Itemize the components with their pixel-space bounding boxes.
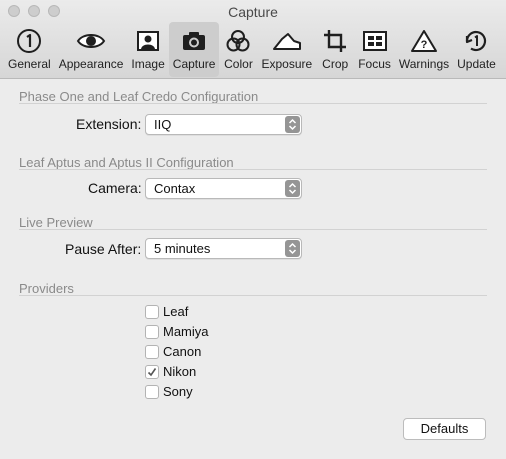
color-circles-icon (223, 26, 253, 56)
camera-label: Camera: (88, 180, 142, 196)
tab-general-label: General (8, 57, 51, 71)
svg-text:?: ? (421, 39, 428, 51)
update-circle-icon (461, 26, 491, 56)
preferences-toolbar: General Appearance Image Capture Color E… (4, 22, 500, 77)
checkbox-box[interactable] (145, 324, 159, 339)
tab-color[interactable]: Color (219, 22, 257, 77)
section-divider (19, 103, 487, 104)
provider-nikon-label: Nikon (163, 364, 197, 379)
tab-capture[interactable]: Capture (168, 22, 220, 77)
section-divider (19, 229, 487, 230)
tab-update-label: Update (457, 57, 496, 71)
tab-crop[interactable]: Crop (316, 22, 354, 77)
image-portrait-icon (133, 26, 163, 56)
eye-icon (76, 26, 106, 56)
window-title: Capture (228, 4, 278, 20)
tab-image[interactable]: Image (127, 22, 168, 77)
provider-mamiya-label: Mamiya (163, 324, 209, 339)
provider-sony-label: Sony (163, 384, 193, 399)
camera-value: Contax (154, 181, 196, 196)
tab-crop-label: Crop (322, 57, 349, 71)
tab-exposure-label: Exposure (261, 57, 313, 71)
provider-nikon-checkbox[interactable]: Nikon (145, 364, 196, 379)
provider-canon-label: Canon (163, 344, 202, 359)
popup-chevrons-icon (285, 116, 300, 133)
focus-icon (360, 26, 390, 56)
camera-popup[interactable]: Contax (145, 178, 302, 199)
extension-label: Extension: (76, 116, 142, 132)
provider-canon-checkbox[interactable]: Canon (145, 344, 201, 359)
tab-appearance-label: Appearance (58, 57, 124, 71)
extension-value: IIQ (154, 117, 172, 132)
section-heading-live-preview: Live Preview (19, 215, 93, 230)
tab-focus[interactable]: Focus (354, 22, 395, 77)
number-one-circle-icon (14, 26, 44, 56)
pause-after-label: Pause After: (65, 241, 142, 257)
popup-chevrons-icon (285, 180, 300, 197)
section-heading-providers: Providers (19, 281, 74, 296)
crop-icon (320, 26, 350, 56)
tab-general[interactable]: General (4, 22, 55, 77)
camera-icon (179, 26, 209, 56)
tab-color-label: Color (224, 57, 253, 71)
tab-appearance[interactable]: Appearance (55, 22, 128, 77)
defaults-button[interactable]: Defaults (403, 418, 486, 440)
tab-warnings[interactable]: ? Warnings (395, 22, 453, 77)
tab-exposure[interactable]: Exposure (257, 22, 316, 77)
title-and-toolbar: Capture General Appearance Image Capture… (0, 0, 506, 79)
extension-popup[interactable]: IIQ (145, 114, 302, 135)
tab-update[interactable]: Update (453, 22, 500, 77)
section-divider (19, 295, 487, 296)
preferences-window: Capture General Appearance Image Capture… (0, 0, 506, 459)
checkbox-box[interactable] (145, 364, 159, 379)
section-heading-phase-one: Phase One and Leaf Credo Configuration (19, 89, 259, 104)
tab-focus-label: Focus (358, 57, 391, 71)
provider-mamiya-checkbox[interactable]: Mamiya (145, 324, 209, 339)
checkbox-box[interactable] (145, 344, 159, 359)
tab-capture-label: Capture (172, 57, 216, 71)
warning-triangle-icon: ? (409, 26, 439, 56)
section-divider (19, 169, 487, 170)
provider-leaf-checkbox[interactable]: Leaf (145, 304, 188, 319)
pause-after-value: 5 minutes (154, 241, 211, 256)
tab-image-label: Image (131, 57, 165, 71)
popup-chevrons-icon (285, 240, 300, 257)
exposure-curve-icon (272, 26, 302, 56)
provider-leaf-label: Leaf (163, 304, 189, 319)
checkbox-box[interactable] (145, 384, 159, 399)
section-heading-leaf-aptus: Leaf Aptus and Aptus II Configuration (19, 155, 234, 170)
tab-warnings-label: Warnings (398, 57, 450, 71)
checkbox-box[interactable] (145, 304, 159, 319)
provider-sony-checkbox[interactable]: Sony (145, 384, 193, 399)
pause-after-popup[interactable]: 5 minutes (145, 238, 302, 259)
checkmark-icon (147, 367, 157, 376)
